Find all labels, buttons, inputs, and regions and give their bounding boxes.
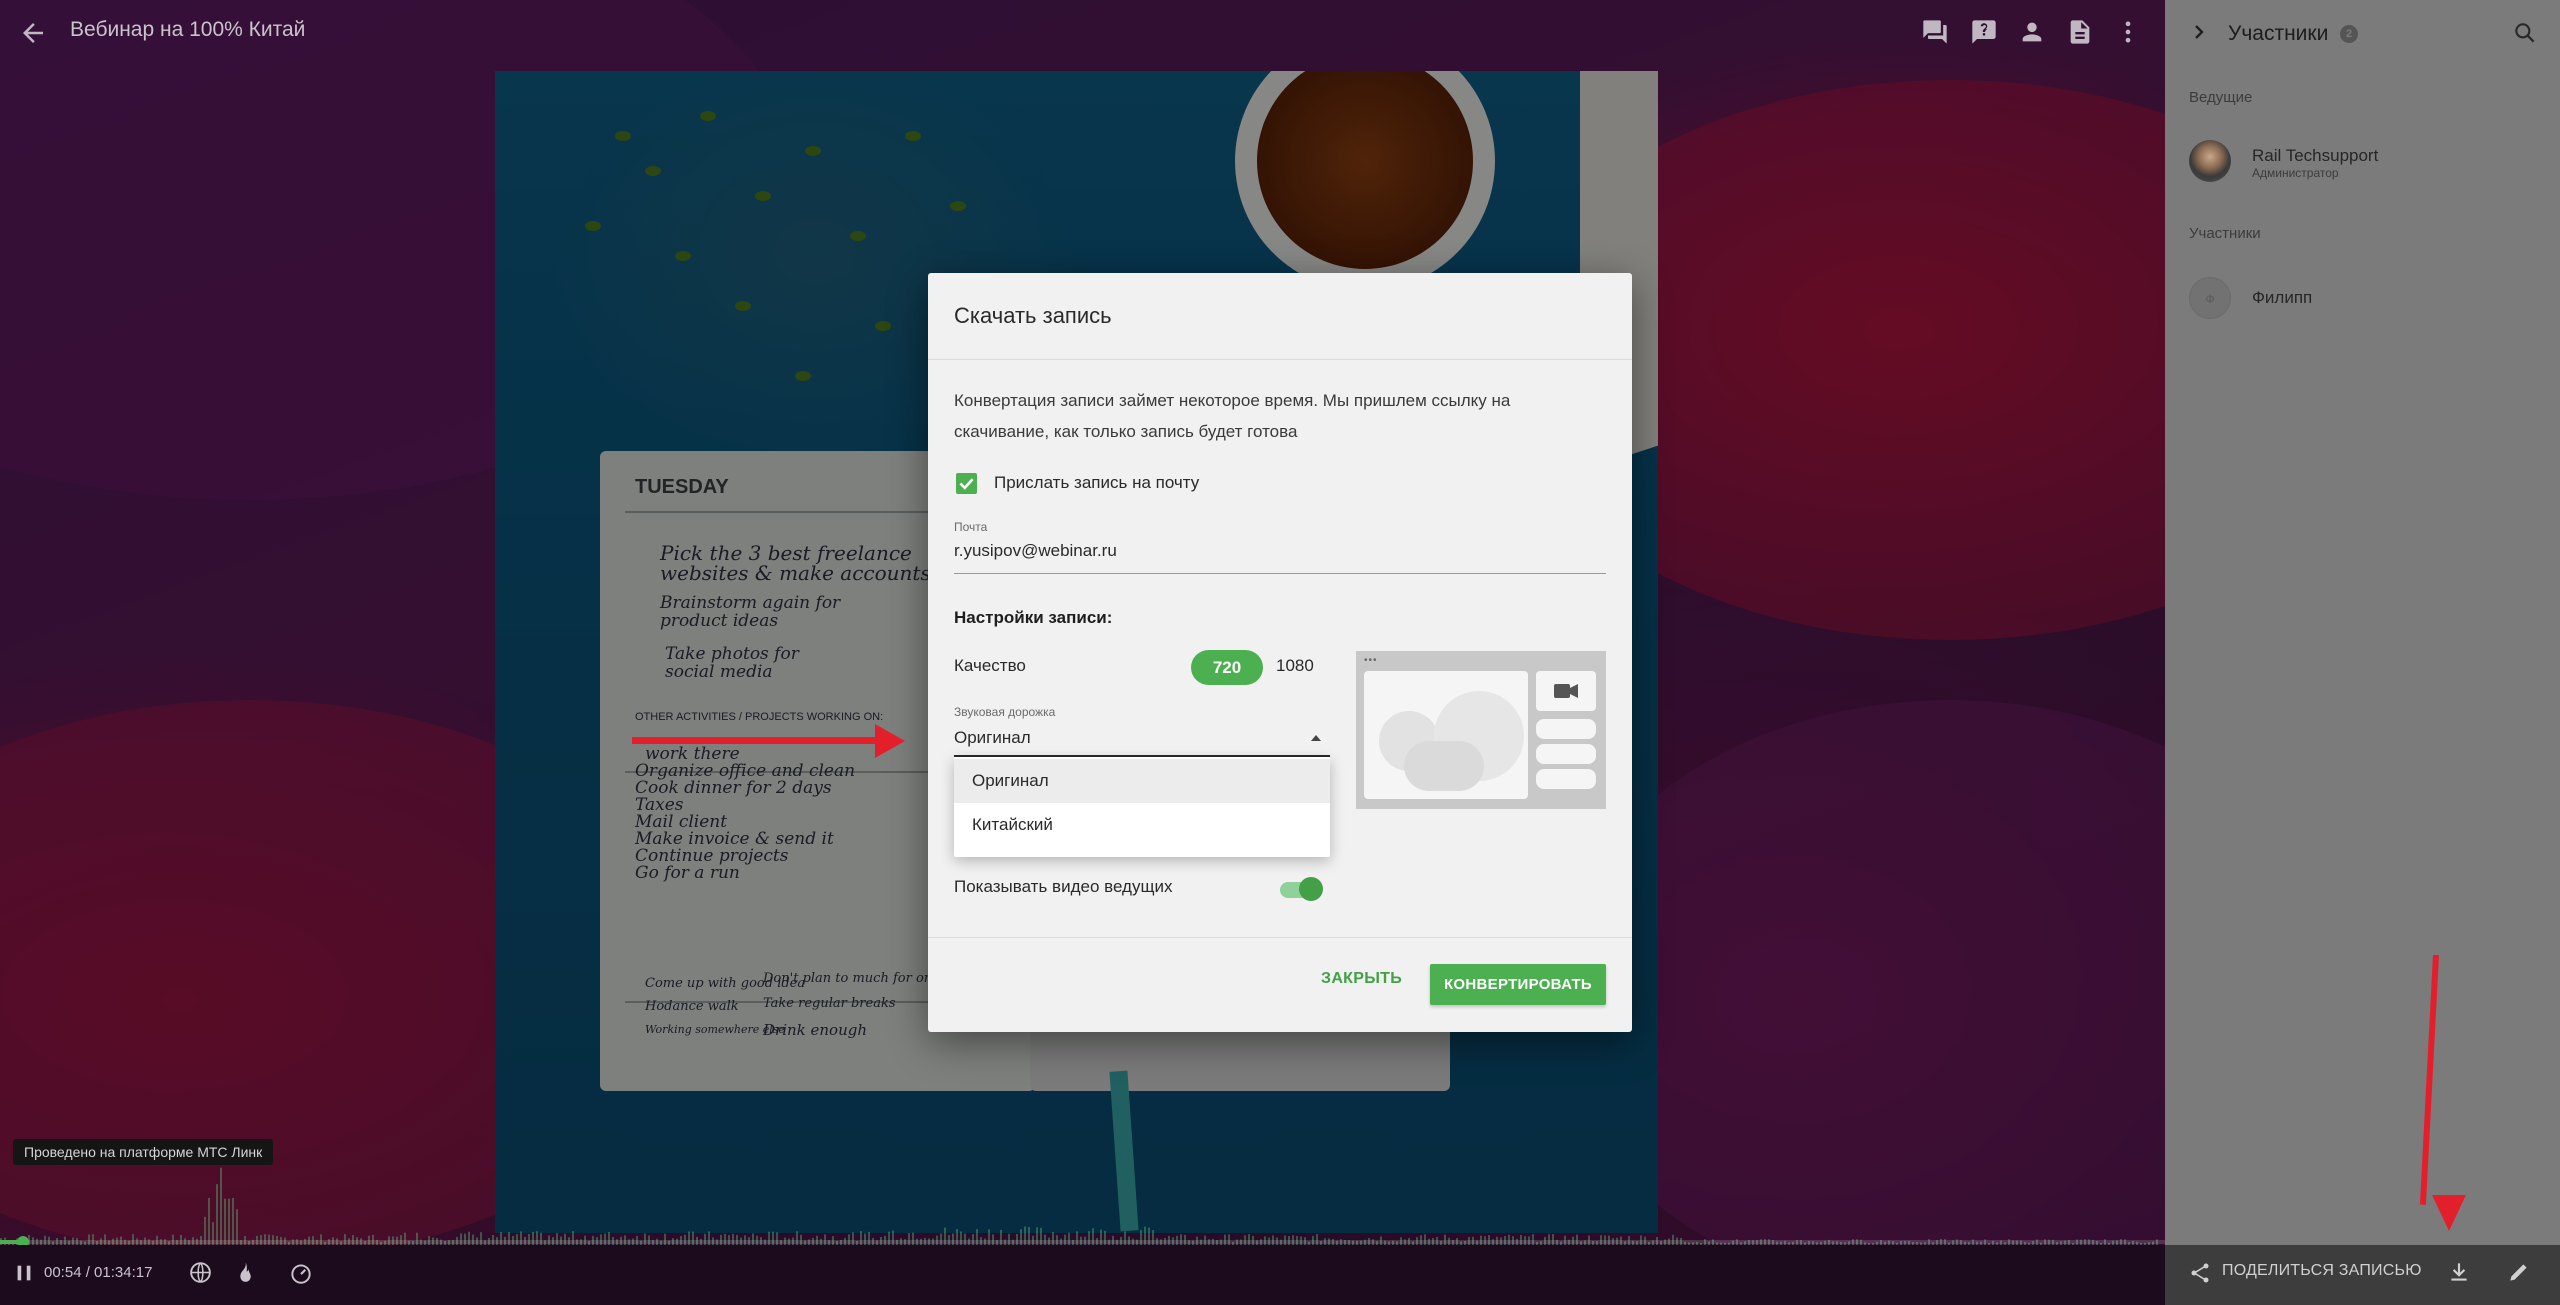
email-checkbox-label[interactable]: Прислать запись на почту [994,473,1199,493]
audio-option-chinese[interactable]: Китайский [954,803,1330,847]
waveform-bar [220,1167,222,1245]
audio-track-menu: Оригинал Китайский [954,757,1330,857]
person-icon[interactable] [2018,18,2046,46]
download-icon[interactable] [2446,1259,2472,1285]
preview-dots: ••• [1364,655,1378,666]
hosts-heading: Ведущие [2189,89,2253,106]
preview-chat [1536,719,1596,799]
video-camera-icon [1536,671,1596,711]
flame-icon[interactable] [232,1260,257,1290]
speed-icon[interactable] [288,1260,314,1291]
avatar [2189,140,2231,182]
close-button[interactable]: ЗАКРЫТЬ [1321,970,1402,988]
dialog-description: Конвертация записи займет некоторое врем… [954,391,1511,441]
platform-badge: Проведено на платформе МТС Линк [13,1139,274,1165]
audio-track-label: Звуковая дорожка [954,705,1056,719]
waveform-bar [208,1197,210,1245]
arrow-left-icon[interactable] [18,18,48,48]
panel-title: Участники [2228,22,2329,45]
audio-track-select[interactable]: Оригинал [954,728,1031,748]
globe-icon[interactable] [188,1260,213,1290]
quality-720-option[interactable]: 720 [1191,650,1263,685]
annotation-arrow-head [875,724,905,758]
waveform-bar [224,1198,226,1245]
show-video-toggle-knob[interactable] [1299,877,1323,901]
top-bar: Вебинар на 100% Китай [0,0,2165,64]
pencil-icon[interactable] [2506,1259,2532,1285]
email-checkbox[interactable] [956,473,977,494]
waveform-bar [232,1197,234,1245]
layout-preview: ••• [1356,651,1606,809]
email-field[interactable]: r.yusipov@webinar.ru [954,541,1117,561]
divider [928,937,1632,938]
host-name[interactable]: Rail Techsupport [2252,146,2378,166]
waveform-bar [228,1198,230,1245]
share-icon[interactable] [2188,1261,2212,1290]
quality-label: Качество [954,656,1026,675]
participants-panel: Участники 2 Ведущие Rail Techsupport Адм… [2165,0,2560,1245]
avatar: Ф [2189,277,2231,319]
settings-heading: Настройки записи: [954,608,1113,627]
search-icon[interactable] [2512,20,2538,51]
file-icon[interactable] [2066,18,2094,46]
chat-icon[interactable] [1921,18,1949,46]
convert-button[interactable]: КОНВЕРТИРОВАТЬ [1430,964,1606,1005]
pause-icon[interactable] [13,1262,35,1289]
preview-slide [1364,671,1528,799]
question-icon[interactable] [1970,18,1998,46]
share-recording-button[interactable]: ПОДЕЛИТЬСЯ ЗАПИСЬЮ [2222,1262,2422,1280]
chevron-right-icon[interactable] [2187,20,2211,49]
host-role: Администратор [2252,166,2339,180]
participant-name[interactable]: Филипп [2252,288,2312,308]
show-video-label: Показывать видео ведущих [954,877,1173,896]
email-field-underline [954,573,1606,574]
progress-bar[interactable] [0,1240,2165,1244]
divider [928,359,1632,360]
dialog-title: Скачать запись [954,303,1112,328]
annotation-arrow [632,737,882,744]
waveform-bar [216,1184,218,1245]
download-recording-dialog: Скачать запись Конвертация записи займет… [928,273,1632,1032]
participant-count-badge: 2 [2340,25,2358,43]
webinar-title: Вебинар на 100% Китай [70,18,306,41]
quality-1080-option[interactable]: 1080 [1276,656,1314,676]
audio-waveform[interactable] [0,1150,2165,1245]
more-vertical-icon[interactable] [2114,18,2142,46]
caret-up-icon[interactable] [1311,735,1321,741]
time-display: 00:54 / 01:34:17 [44,1264,153,1281]
participants-heading: Участники [2189,225,2261,242]
annotation-arrow-head [2432,1195,2466,1231]
audio-option-original[interactable]: Оригинал [954,759,1330,803]
email-field-label: Почта [954,520,988,534]
